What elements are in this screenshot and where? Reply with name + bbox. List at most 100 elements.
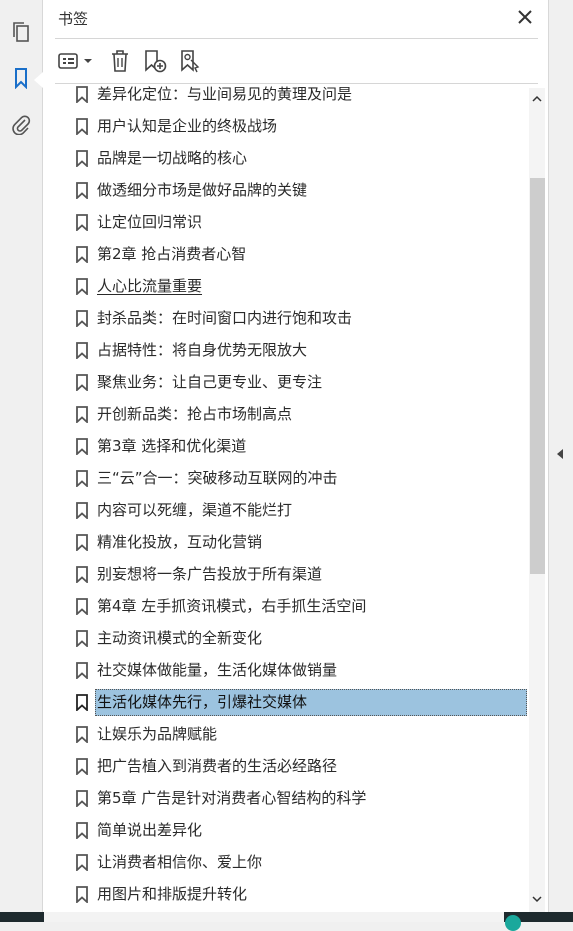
attachments-icon[interactable] (9, 112, 33, 136)
bookmark-item[interactable]: 让娱乐为品牌赋能 (71, 721, 527, 747)
bookmark-item[interactable]: 占据特性：将自身优势无限放大 (71, 337, 527, 363)
bookmark-icon (76, 214, 88, 231)
bookmark-label: 内容可以死缠，渠道不能烂打 (97, 501, 293, 519)
bookmark-item[interactable]: 让定位回归常识 (71, 209, 527, 235)
collapse-panel-icon[interactable] (557, 449, 563, 459)
bookmark-icon (76, 342, 88, 359)
bookmark-item[interactable]: 用图片和排版提升转化 (71, 881, 527, 907)
bookmark-item[interactable]: 生活化媒体先行，引爆社交媒体 (71, 689, 527, 716)
bookmarks-icon[interactable] (9, 66, 33, 90)
bookmark-icon (76, 630, 88, 647)
bookmark-item[interactable]: 聚焦业务：让自己更专业、更专注 (71, 369, 527, 395)
bookmark-item[interactable]: 人心比流量重要 (71, 273, 527, 299)
bookmark-list: 差异化定位：与业间易见的黄理及问是 用户认知是企业的终极战场 品牌是一切战略的核心做… (43, 84, 529, 912)
pages-icon[interactable] (9, 20, 33, 44)
bookmark-label: 占据特性：将自身优势无限放大 (97, 341, 308, 359)
bookmark-icon (76, 374, 88, 391)
divider (55, 38, 538, 39)
bookmarks-panel: 书签 差异化定位：与业间易见的黄理及问是 用户认知是企业的终极战场 品牌是一切战略的… (43, 0, 549, 912)
bookmark-label: 品牌是一切战略的核心 (97, 149, 248, 167)
bookmark-icon (76, 790, 88, 807)
bookmark-label: 主动资讯模式的全新变化 (97, 629, 263, 647)
bookmark-item[interactable]: 用户认知是企业的终极战场 (71, 113, 527, 139)
bookmark-icon (76, 438, 88, 455)
bookmark-label: 让定位回归常识 (97, 213, 203, 231)
bookmark-label: 第3章 选择和优化渠道 (97, 437, 247, 455)
bookmark-item[interactable]: 社交媒体做能量，生活化媒体做销量 (71, 657, 527, 683)
taskbar-segment (44, 912, 504, 922)
bookmark-from-structure-icon[interactable] (177, 46, 205, 76)
taskbar-app-icon (505, 915, 521, 931)
bookmark-icon (76, 278, 88, 295)
bookmark-item[interactable]: 第4章 左手抓资讯模式，右手抓生活空间 (71, 593, 527, 619)
bookmark-label: 生活化媒体先行，引爆社交媒体 (97, 693, 308, 711)
bookmark-label: 第5章 广告是针对消费者心智结构的科学 (97, 789, 367, 807)
bookmark-icon (76, 854, 88, 871)
bookmark-item[interactable]: 主动资讯模式的全新变化 (71, 625, 527, 651)
collapse-strip[interactable] (549, 0, 573, 912)
bookmark-icon (76, 598, 88, 615)
bookmark-label: 用图片和排版提升转化 (97, 885, 248, 903)
bookmark-label: 把广告植入到消费者的生活必经路径 (97, 757, 338, 775)
bookmark-icon (76, 566, 88, 583)
bookmark-label: 用户认知是企业的终极战场 (97, 117, 278, 135)
bookmark-item[interactable]: 第3章 选择和优化渠道 (71, 433, 527, 459)
trash-icon[interactable] (107, 46, 133, 76)
bookmark-item[interactable]: 封杀品类：在时间窗口内进行饱和攻击 (71, 305, 527, 331)
bookmark-label: 第2章 抢占消费者心智 (97, 245, 247, 263)
bookmark-icon (76, 694, 88, 711)
bookmark-icon (76, 470, 88, 487)
bookmark-label: 做透细分市场是做好品牌的关键 (97, 181, 308, 199)
bookmark-label: 封杀品类：在时间窗口内进行饱和攻击 (97, 309, 353, 327)
bookmark-item[interactable]: 第5章 广告是针对消费者心智结构的科学 (71, 785, 527, 811)
bookmark-icon (76, 758, 88, 775)
bookmark-label: 三“云”合一：突破移动互联网的冲击 (97, 469, 338, 487)
bookmark-label: 人心比流量重要 (97, 277, 203, 295)
bookmark-icon (76, 502, 88, 519)
scroll-up-icon[interactable] (532, 94, 542, 104)
bookmark-item[interactable]: 简单说出差异化 (71, 817, 527, 843)
bookmark-icon (76, 822, 88, 839)
bookmark-item[interactable]: 别妄想将一条广告投放于所有渠道 (71, 561, 527, 587)
bookmarks-toolbar (55, 46, 538, 78)
bookmark-icon (76, 150, 88, 167)
bookmark-icon (76, 886, 88, 903)
bookmark-label: 第4章 左手抓资讯模式，右手抓生活空间 (97, 597, 367, 615)
navigation-rail (0, 0, 43, 912)
bookmark-item[interactable]: 品牌是一切战略的核心 (71, 145, 527, 171)
bookmark-item[interactable]: 第2章 抢占消费者心智 (71, 241, 527, 267)
bookmark-label: 简单说出差异化 (97, 821, 203, 839)
scrollbar-thumb[interactable] (530, 178, 545, 574)
bookmark-label: 别妄想将一条广告投放于所有渠道 (97, 565, 323, 583)
bookmark-icon (76, 182, 88, 199)
bookmark-item[interactable]: 开创新品类：抢占市场制高点 (71, 401, 527, 427)
bookmark-icon (76, 118, 88, 135)
active-panel-pointer (34, 72, 43, 88)
bookmark-icon (76, 534, 88, 551)
bookmark-item[interactable]: 把广告植入到消费者的生活必经路径 (71, 753, 527, 779)
bookmark-item[interactable]: 精准化投放，互动化营销 (71, 529, 527, 555)
bookmark-icon (76, 310, 88, 327)
bookmark-item[interactable]: 内容可以死缠，渠道不能烂打 (71, 497, 527, 523)
bookmark-label: 精准化投放，互动化营销 (97, 533, 263, 551)
options-menu-button[interactable] (57, 46, 95, 76)
bookmark-label: 社交媒体做能量，生活化媒体做销量 (97, 661, 338, 679)
bookmark-item[interactable]: 差异化定位：与业间易见的黄理及问是 (71, 84, 527, 107)
taskbar-edge (0, 912, 573, 931)
bookmark-label: 让娱乐为品牌赋能 (97, 725, 218, 743)
bookmark-item[interactable]: 做透细分市场是做好品牌的关键 (71, 177, 527, 203)
new-bookmark-icon[interactable] (141, 46, 169, 76)
bookmark-label: 聚焦业务：让自己更专业、更专注 (97, 373, 323, 391)
bookmark-icon (76, 406, 88, 423)
bookmark-icon (76, 246, 88, 263)
bookmark-icon (76, 726, 88, 743)
bookmark-icon (76, 662, 88, 679)
bookmark-label: 开创新品类：抢占市场制高点 (97, 405, 293, 423)
bookmark-label: 差异化定位：与业间易见的黄理及问是 (97, 85, 353, 103)
bookmark-icon (76, 86, 88, 103)
close-icon[interactable] (516, 8, 534, 26)
bookmark-item[interactable]: 让消费者相信你、爱上你 (71, 849, 527, 875)
bookmark-item[interactable]: 三“云”合一：突破移动互联网的冲击 (71, 465, 527, 491)
scroll-down-icon[interactable] (532, 894, 542, 904)
vertical-scrollbar[interactable] (529, 88, 545, 912)
